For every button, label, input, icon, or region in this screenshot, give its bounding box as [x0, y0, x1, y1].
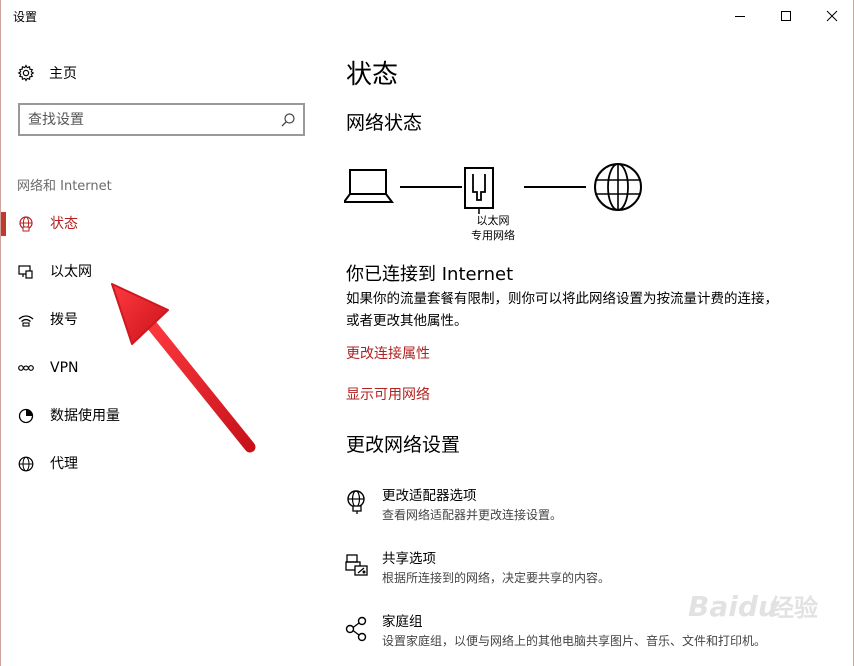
- home-link[interactable]: 主页: [17, 62, 77, 84]
- option-title: 更改适配器选项: [382, 488, 477, 504]
- sidebar-item-ethernet[interactable]: 以太网: [1, 252, 301, 292]
- settings-window: 设置 主页 网络和 Internet: [0, 0, 854, 666]
- sidebar-section-label: 网络和 Internet: [17, 179, 112, 194]
- connected-title: 你已连接到 Internet: [346, 264, 514, 285]
- network-status-title: 网络状态: [346, 112, 423, 134]
- sidebar-item-dialup[interactable]: 拨号: [1, 300, 301, 340]
- sidebar-item-label: 数据使用量: [50, 408, 120, 424]
- sidebar-item-label: 拨号: [50, 312, 78, 328]
- baidu-watermark-logo: Baidu 经验: [688, 590, 818, 623]
- option-description: 查看网络适配器并更改连接设置。: [382, 508, 563, 522]
- homegroup-icon: [345, 616, 367, 642]
- adapter-icon: [347, 490, 365, 514]
- sharing-icon: [345, 554, 368, 576]
- globe-network-icon: [17, 215, 35, 233]
- home-label: 主页: [49, 66, 77, 82]
- sidebar-item-vpn[interactable]: VPN: [1, 348, 301, 388]
- search-box[interactable]: [18, 103, 305, 136]
- sidebar-item-status[interactable]: 状态: [1, 204, 301, 244]
- option-description: 设置家庭组，以便与网络上的其他电脑共享图片、音乐、文件和打印机。: [382, 634, 767, 648]
- sidebar-item-data-usage[interactable]: 数据使用量: [1, 396, 301, 436]
- diagram-caption: 以太网 专用网络: [471, 214, 515, 242]
- active-indicator: [1, 212, 6, 236]
- laptop-icon: [344, 169, 394, 203]
- vpn-icon: [17, 359, 35, 377]
- sidebar-item-label: 代理: [50, 456, 78, 472]
- show-available-networks-link[interactable]: 显示可用网络: [346, 384, 430, 404]
- sidebar-item-label: 状态: [50, 216, 78, 232]
- close-icon: [826, 10, 838, 22]
- globe-icon: [17, 455, 35, 473]
- change-connection-properties-link[interactable]: 更改连接属性: [346, 343, 430, 363]
- sidebar-item-label: VPN: [50, 360, 79, 376]
- internet-globe-icon: [594, 163, 642, 211]
- svg-text:Baidu: Baidu: [688, 590, 778, 623]
- option-title: 共享选项: [382, 551, 436, 567]
- window-title: 设置: [13, 10, 38, 24]
- maximize-button[interactable]: [763, 0, 809, 32]
- maximize-icon: [781, 11, 791, 21]
- ethernet-icon: [17, 263, 35, 281]
- ethernet-adapter-icon: [464, 167, 494, 214]
- sidebar-item-label: 以太网: [50, 264, 92, 280]
- data-usage-icon: [17, 407, 35, 425]
- change-network-settings-title: 更改网络设置: [346, 434, 461, 456]
- adapter-options-item[interactable]: 更改适配器选项 查看网络适配器并更改连接设置。: [344, 487, 804, 531]
- title-bar: 设置: [1, 0, 854, 32]
- minimize-button[interactable]: [717, 0, 763, 32]
- page-title: 状态: [346, 60, 399, 90]
- search-input[interactable]: [28, 110, 268, 130]
- connected-description: 如果你的流量套餐有限制，则你可以将此网络设置为按流量计费的连接，或者更改其他属性…: [346, 291, 778, 329]
- gear-icon: [17, 64, 35, 82]
- option-title: 家庭组: [382, 614, 423, 630]
- sidebar-item-proxy[interactable]: 代理: [1, 444, 301, 484]
- close-button[interactable]: [809, 0, 854, 32]
- search-icon[interactable]: [279, 111, 297, 129]
- minimize-icon: [735, 16, 745, 17]
- svg-text:经验: 经验: [770, 594, 818, 622]
- dialup-icon: [17, 311, 35, 329]
